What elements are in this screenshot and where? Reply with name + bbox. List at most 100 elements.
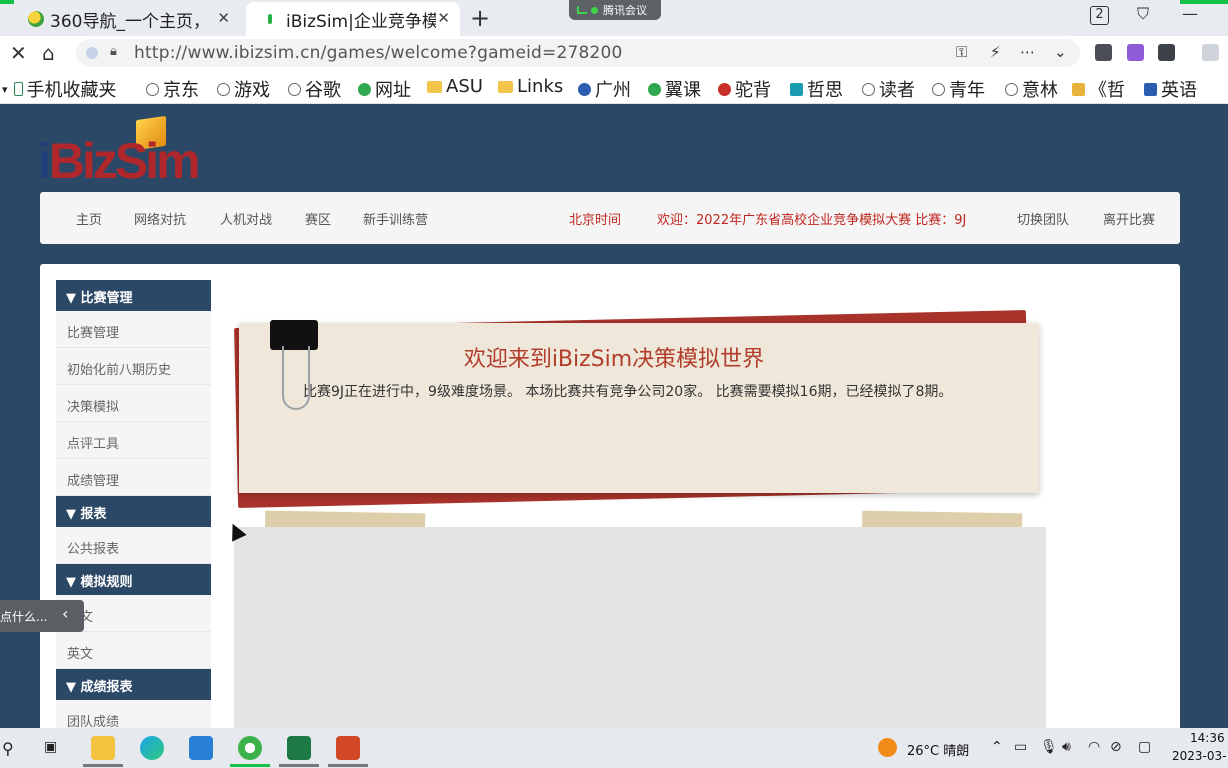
globe-icon	[146, 82, 159, 96]
bookmark-games[interactable]: 游戏	[217, 76, 270, 102]
chevron-up-icon[interactable]: ⌃	[991, 739, 1003, 755]
more-icon[interactable]: ⋯	[1020, 43, 1035, 61]
home-icon[interactable]: ⌂	[42, 41, 55, 65]
powerpoint-icon[interactable]	[336, 736, 360, 760]
clock-date[interactable]: 2023-03-1	[1172, 749, 1228, 763]
tab-ibizsim[interactable]: iBizSim|企业竞争模拟 ✕	[246, 2, 460, 36]
active-indicator	[83, 764, 123, 767]
beijing-time: 北京时间	[569, 213, 622, 228]
notification-icon[interactable]: ▢	[1138, 739, 1151, 755]
chevron-down-icon[interactable]: ⌄	[1054, 43, 1067, 61]
bookmark-tuobei[interactable]: 驼背	[718, 76, 771, 102]
new-tab-button[interactable]: +	[470, 4, 490, 32]
section-reports[interactable]: ▼ 报表	[56, 496, 211, 527]
nav-online-battle[interactable]: 网络对抗	[134, 209, 186, 228]
sidebar-item-init-history[interactable]: 初始化前八期历史	[56, 348, 211, 385]
globe-icon	[862, 82, 875, 96]
nav-home[interactable]: 主页	[76, 209, 102, 228]
welcome-title: 欢迎来到iBizSim决策模拟世界	[463, 347, 765, 372]
close-icon[interactable]: ✕	[217, 9, 230, 27]
bookmark-yilin[interactable]: 意林	[1005, 76, 1058, 102]
globe-icon	[217, 82, 230, 96]
tab-count-button[interactable]: 2	[1090, 6, 1109, 25]
switch-team-link[interactable]: 切换团队	[1017, 209, 1069, 228]
status-dot-icon	[591, 6, 598, 14]
bookmark-zhe[interactable]: 《哲	[1072, 76, 1125, 102]
edge-icon[interactable]	[140, 736, 164, 760]
bookmark-duzhe[interactable]: 读者	[862, 76, 915, 102]
volume-icon[interactable]: 🔊︎	[1062, 739, 1071, 755]
taskbar: ⚲ ▣ 26°C 晴朗 ⌃ ▭ 🎙︎ 🔊︎ ◠ ⊘ ▢ 14:36 2023-0…	[0, 728, 1228, 768]
apps-icon[interactable]	[1158, 44, 1175, 61]
folder-icon	[498, 80, 513, 93]
site-logo[interactable]: iBizSim	[38, 132, 201, 190]
meeting-indicator[interactable]: 腾讯会议	[569, 0, 661, 20]
sidebar-item-english[interactable]: 英文	[56, 632, 211, 669]
sidebar-item-team-scores[interactable]: 团队成绩	[56, 700, 211, 728]
no-connection-icon[interactable]: ⊘	[1110, 739, 1122, 755]
close-icon[interactable]: ✕	[437, 9, 450, 27]
sidebar-item-score-management[interactable]: 成绩管理	[56, 459, 211, 496]
bookmark-google[interactable]: 谷歌	[288, 76, 341, 102]
bookmark-yike[interactable]: 翼课	[648, 76, 701, 102]
nav-training-camp[interactable]: 新手训练营	[363, 209, 428, 228]
phone-icon	[13, 82, 23, 96]
browser-360-icon[interactable]	[238, 736, 262, 760]
section-match-management[interactable]: ▼ 比赛管理	[56, 280, 211, 311]
reader-icon[interactable]	[1095, 44, 1112, 61]
section-score-reports[interactable]: ▼ 成绩报表	[56, 669, 211, 700]
main-content: ▼ 比赛管理 比赛管理 初始化前八期历史 决策模拟 点评工具 成绩管理 ▼ 报表…	[40, 264, 1180, 728]
bookmark-english[interactable]: 英语	[1144, 76, 1197, 102]
sidebar-item-decision-sim[interactable]: 决策模拟	[56, 385, 211, 422]
stop-icon[interactable]: ✕	[10, 41, 27, 65]
url-text[interactable]: http://www.ibizsim.cn/games/welcome?game…	[134, 43, 623, 63]
welcome-text: 欢迎：2022年广东省高校企业竞争模拟大赛 比赛：9J	[657, 213, 967, 228]
sidebar-item-public-reports[interactable]: 公共报表	[56, 527, 211, 564]
search-icon[interactable]: ⚲	[2, 739, 14, 758]
section-sim-rules[interactable]: ▼ 模拟规则	[56, 564, 211, 595]
key-icon[interactable]: ⚿	[956, 43, 967, 61]
download-icon[interactable]	[1202, 44, 1219, 61]
file-explorer-icon[interactable]	[91, 736, 115, 760]
excel-icon[interactable]	[287, 736, 311, 760]
floating-assistant[interactable]: 点什么... ‹	[0, 600, 84, 632]
sidebar-item-match-management[interactable]: 比赛管理	[56, 311, 211, 348]
leave-game-link[interactable]: 离开比赛	[1103, 209, 1155, 228]
battery-icon[interactable]: ▭	[1014, 739, 1027, 755]
translate-icon[interactable]	[1127, 44, 1144, 61]
shirt-icon[interactable]: ⛉	[1137, 4, 1149, 24]
clock-time[interactable]: 14:36	[1190, 731, 1225, 745]
mail-icon[interactable]	[189, 736, 213, 760]
bookmark-sites[interactable]: 网址	[358, 76, 411, 102]
bookmark-asu[interactable]: ASU	[427, 76, 483, 97]
microphone-icon[interactable]: 🎙︎	[1040, 739, 1058, 755]
sidebar-item-review-tools[interactable]: 点评工具	[56, 422, 211, 459]
lightning-icon[interactable]: ⚡︎	[990, 43, 1001, 61]
active-indicator	[328, 764, 368, 767]
weather-text[interactable]: 26°C 晴朗	[907, 740, 969, 759]
assistant-label: 点什么...	[0, 610, 48, 624]
caret-icon: ▾	[2, 82, 8, 96]
bookmark-mobile[interactable]: ▾ 手机收藏夹	[2, 76, 117, 102]
360-icon	[358, 82, 371, 96]
minimize-icon[interactable]: —	[1182, 4, 1198, 23]
network-icon[interactable]: ◠	[1088, 739, 1100, 755]
url-field[interactable]: 🔒︎ http://www.ibizsim.cn/games/welcome?g…	[76, 39, 1080, 67]
bookmark-links[interactable]: Links	[498, 76, 563, 97]
task-view-icon[interactable]: ▣	[44, 739, 57, 755]
ibizsim-page: iBizSim 主页 网络对抗 人机对战 赛区 新手训练营 北京时间 欢迎：20…	[0, 104, 1228, 728]
bookmark-qingnian[interactable]: 青年	[932, 76, 985, 102]
tab-360[interactable]: 360导航_一个主页，整个世界 ✕	[14, 2, 240, 36]
bookmark-zhesi[interactable]: 哲思	[790, 76, 843, 102]
nav-divisions[interactable]: 赛区	[305, 209, 331, 228]
security-icon[interactable]: 🔒︎	[110, 44, 117, 59]
chevron-left-icon[interactable]: ‹	[62, 604, 68, 623]
bookmark-guangzhou[interactable]: 广州	[578, 76, 631, 102]
globe-icon	[932, 82, 945, 96]
weather-sun-icon[interactable]	[878, 738, 897, 757]
nav-vs-computer[interactable]: 人机对战	[220, 209, 272, 228]
bookmark-jd[interactable]: 京东	[146, 76, 199, 102]
status-mark	[0, 0, 14, 4]
binder-clip-wire	[282, 346, 310, 410]
dictionary-icon	[1144, 82, 1157, 96]
